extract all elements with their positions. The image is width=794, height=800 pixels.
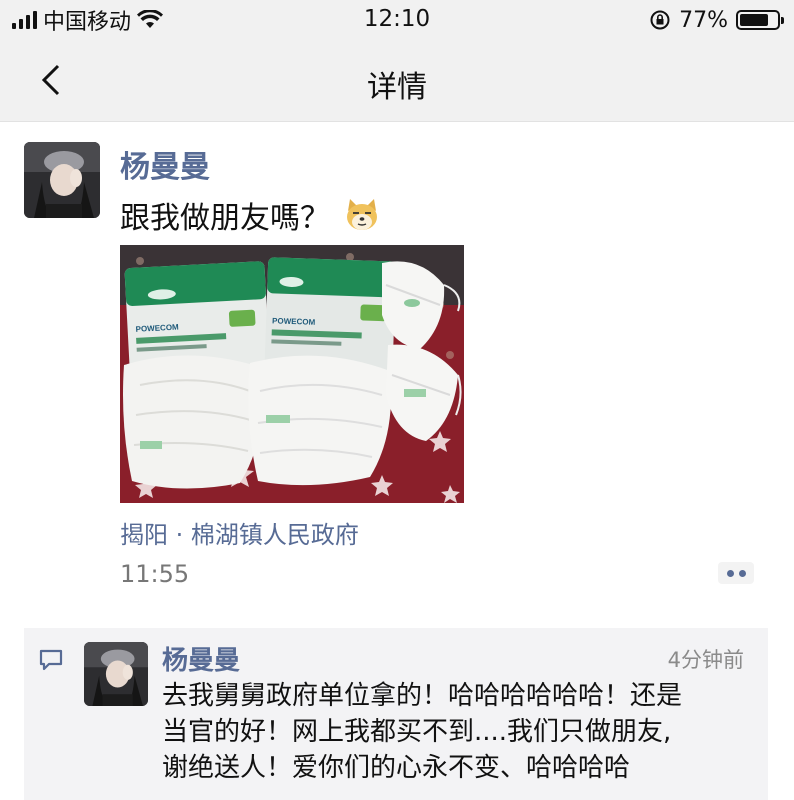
comment-bubble-icon (39, 649, 63, 671)
post-photo[interactable]: POWECOM POWECOM (120, 245, 464, 503)
post-timestamp: 11:55 (120, 560, 190, 588)
status-bar: 中国移动 12:10 77% (0, 0, 794, 40)
post-author-name[interactable]: 杨曼曼 (120, 142, 210, 186)
battery-percent: 77% (679, 7, 728, 33)
post-location[interactable]: 揭阳 · 棉湖镇人民政府 (120, 515, 359, 550)
package-brand-middle: POWECOM (272, 316, 316, 327)
battery-icon (736, 10, 784, 30)
nav-bar: 详情 (0, 40, 794, 122)
comment-author-name[interactable]: 杨曼曼 (162, 640, 240, 677)
commenter-avatar[interactable] (84, 642, 148, 706)
rotation-lock-icon (650, 10, 670, 30)
avatar-image (84, 642, 148, 706)
masks-photo-image: POWECOM POWECOM (120, 245, 464, 503)
page-title: 详情 (367, 70, 427, 105)
status-right: 77% (649, 6, 784, 34)
avatar-image (24, 142, 100, 218)
battery-fill (740, 14, 768, 26)
doge-emoji-icon (347, 199, 377, 230)
comment-text: 去我舅舅政府单位拿的！哈哈哈哈哈哈！还是 当官的好！网上我都买不到....我们只… (162, 681, 683, 783)
author-avatar[interactable] (24, 142, 100, 218)
more-dot-icon (738, 569, 746, 577)
comment-timestamp: 4分钟前 (667, 648, 744, 672)
more-actions-button[interactable] (718, 562, 754, 584)
post-caption: 跟我做朋友嗎？ (120, 201, 330, 236)
more-dot-icon (726, 569, 734, 577)
comments-section: 杨曼曼 4分钟前 去我舅舅政府单位拿的！哈哈哈哈哈哈！还是 当官的好！网上我都买… (24, 628, 768, 800)
post-text: 跟我做朋友嗎？ (120, 193, 382, 237)
